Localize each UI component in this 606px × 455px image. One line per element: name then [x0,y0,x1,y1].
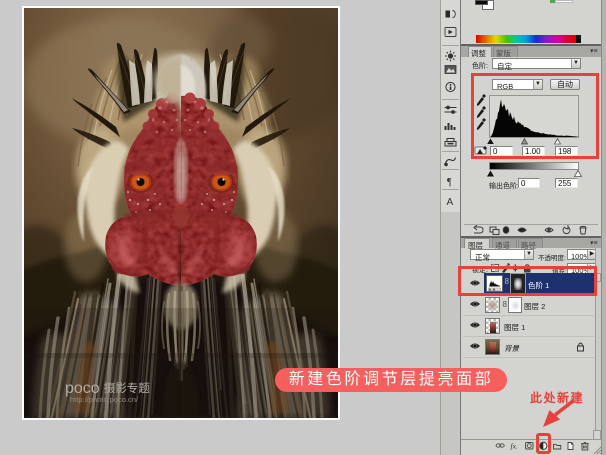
svg-text:fx.: fx. [511,442,518,451]
svg-text:¶: ¶ [447,177,452,188]
svg-text:http://photo.poco.cn/: http://photo.poco.cn/ [70,395,139,404]
svg-text:A: A [447,197,454,208]
